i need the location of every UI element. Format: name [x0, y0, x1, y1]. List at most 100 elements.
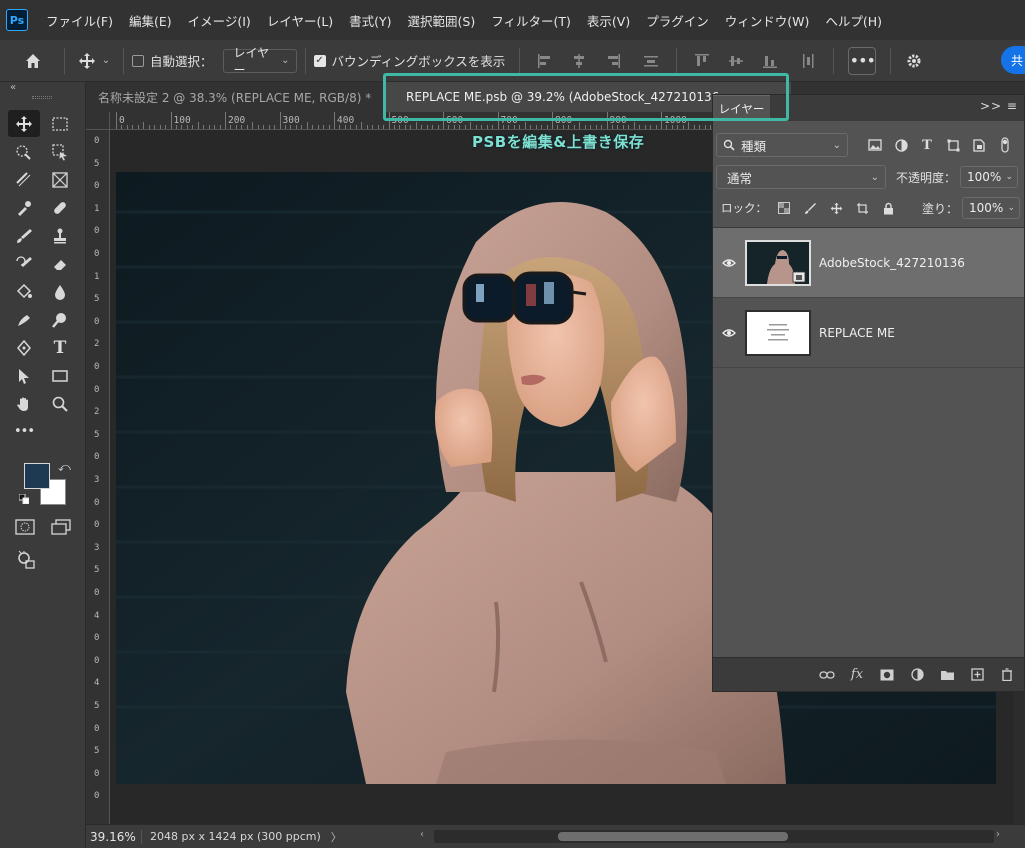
paint-bucket-tool[interactable] — [8, 278, 40, 305]
edit-toolbar-button[interactable]: ••• — [8, 418, 40, 445]
adjustment-layer-icon[interactable] — [908, 666, 926, 684]
align-top-edges-button[interactable] — [691, 50, 713, 72]
tab-layers[interactable]: レイヤー — [713, 95, 770, 121]
distribute-vertical-button[interactable] — [797, 50, 819, 72]
image-filter-icon[interactable] — [868, 138, 882, 152]
auto-select-checkbox[interactable] — [132, 54, 144, 67]
share-button[interactable]: 共 — [1001, 46, 1025, 74]
ruler-minor-tick — [284, 125, 286, 129]
screen-mode-button[interactable] — [50, 518, 72, 536]
menu-item-1[interactable]: 編集(E) — [121, 11, 180, 30]
selection-tool[interactable] — [44, 138, 76, 165]
brush-tool[interactable] — [8, 222, 40, 249]
menu-item-5[interactable]: 選択範囲(S) — [400, 11, 484, 30]
marquee-tool[interactable] — [44, 110, 76, 137]
history-brush-tool[interactable] — [8, 250, 40, 277]
align-left-edges-button[interactable] — [534, 50, 556, 72]
zoom-level[interactable]: 39.16% — [86, 829, 142, 844]
dodge-tool[interactable] — [8, 306, 40, 333]
align-bottom-edges-button[interactable] — [759, 50, 781, 72]
frame-tool[interactable] — [44, 166, 76, 193]
align-vertical-centers-button[interactable] — [725, 50, 747, 72]
link-layers-icon[interactable] — [818, 666, 836, 684]
home-button[interactable] — [10, 47, 56, 75]
opacity-input[interactable]: 100% ⌄ — [960, 166, 1019, 188]
default-colors-icon[interactable] — [18, 493, 30, 505]
add-mask-icon[interactable] — [878, 666, 896, 684]
layer-style-fx-icon[interactable]: fx — [848, 666, 866, 684]
scroll-left-icon[interactable]: ‹ — [420, 829, 424, 840]
scroll-right-icon[interactable]: › — [996, 829, 1000, 840]
layer-row-adobestock[interactable]: AdobeStock_427210136 — [713, 228, 1024, 298]
new-layer-icon[interactable] — [968, 666, 986, 684]
lasso-tool[interactable] — [8, 138, 40, 165]
align-right-edges-button[interactable] — [602, 50, 624, 72]
path-selection-tool[interactable] — [8, 362, 40, 389]
ruler-minor-tick — [328, 125, 330, 129]
filter-toggle-icon[interactable] — [998, 137, 1012, 153]
blend-mode-dropdown[interactable]: 通常 ⌄ — [716, 165, 886, 189]
foreground-color-swatch[interactable] — [24, 463, 50, 489]
menu-item-7[interactable]: 表示(V) — [579, 11, 638, 30]
blur-tool[interactable] — [44, 278, 76, 305]
quick-mask-button[interactable] — [14, 518, 36, 536]
zoom-tool[interactable] — [44, 390, 76, 417]
prevent-auto-nesting-icon[interactable] — [855, 201, 869, 215]
lock-all-icon[interactable] — [881, 201, 895, 215]
healing-brush-tool[interactable] — [44, 194, 76, 221]
collapse-panel-icon[interactable]: « — [10, 82, 16, 93]
menu-item-4[interactable]: 書式(Y) — [341, 11, 399, 30]
type-filter-icon[interactable]: T — [920, 138, 934, 153]
horizontal-ruler[interactable]: 0100200300400500600700800900100011001200… — [110, 112, 714, 130]
shape-filter-icon[interactable] — [946, 138, 960, 152]
auto-select-target-dropdown[interactable]: レイヤー ⌄ — [222, 46, 297, 77]
eraser-tool[interactable] — [44, 250, 76, 277]
burn-tool[interactable] — [44, 306, 76, 333]
tab-untitled-document[interactable]: 名称未設定 2 @ 38.3% (REPLACE ME, RGB/8) * × — [86, 82, 391, 112]
hand-tool[interactable] — [8, 390, 40, 417]
panel-options-icons[interactable]: >> ≡ — [980, 99, 1018, 113]
visibility-eye-icon[interactable] — [713, 258, 745, 268]
type-tool[interactable]: T — [44, 334, 76, 361]
horizontal-scrollbar[interactable] — [434, 830, 994, 843]
pen-tool[interactable] — [8, 334, 40, 361]
move-tool-preset-button[interactable]: ⌄ — [73, 47, 115, 75]
layer-list: AdobeStock_427210136 REPLACE ME — [713, 227, 1024, 660]
chevron-down-icon: ⌄ — [1005, 172, 1014, 182]
move-tool[interactable] — [8, 110, 40, 137]
clone-stamp-tool[interactable] — [44, 222, 76, 249]
lock-transparent-pixels-icon[interactable] — [777, 201, 791, 215]
smart-object-filter-icon[interactable] — [972, 138, 986, 152]
panel-grip[interactable] — [32, 96, 52, 99]
layer-filter-dropdown[interactable]: 種類 ⌄ — [716, 133, 848, 157]
crop-tool[interactable] — [8, 166, 40, 193]
settings-button[interactable] — [899, 47, 929, 75]
ruler-origin[interactable] — [86, 112, 110, 130]
menu-item-9[interactable]: ウィンドウ(W) — [717, 11, 818, 30]
menu-item-6[interactable]: フィルター(T) — [483, 11, 579, 30]
horizontal-scroll-thumb[interactable] — [558, 832, 788, 841]
eyedropper-tool[interactable] — [8, 194, 40, 221]
menu-item-8[interactable]: プラグイン — [638, 11, 717, 30]
vertical-ruler[interactable]: 0 5 0 1 0 0 1 5 0 2 0 0 2 5 0 3 0 0 3 5 0 4 0 0 4 5 0 5 0 0 — [86, 112, 110, 824]
status-menu-arrow-icon[interactable]: 〉 — [331, 829, 342, 845]
menu-item-10[interactable]: ヘルプ(H) — [817, 11, 890, 30]
layer-row-replace-me[interactable]: REPLACE ME — [713, 298, 1024, 368]
more-options-button[interactable]: ••• — [848, 46, 877, 75]
lock-image-pixels-icon[interactable] — [803, 201, 817, 215]
menu-item-0[interactable]: ファイル(F) — [38, 11, 121, 30]
menu-item-3[interactable]: レイヤー(L) — [259, 11, 341, 30]
align-horizontal-centers-button[interactable] — [568, 50, 590, 72]
distribute-button[interactable] — [640, 50, 662, 72]
adjustment-filter-icon[interactable] — [894, 138, 908, 152]
menu-item-2[interactable]: イメージ(I) — [180, 11, 259, 30]
rectangle-tool[interactable] — [44, 362, 76, 389]
fill-input[interactable]: 100% ⌄ — [962, 197, 1020, 219]
bounding-box-checkbox[interactable]: ✓ — [313, 54, 326, 67]
swap-colors-icon[interactable]: ⤺ — [58, 460, 71, 475]
lock-position-icon[interactable] — [829, 201, 843, 215]
new-group-folder-icon[interactable] — [938, 666, 956, 684]
content-credentials-button[interactable] — [16, 550, 36, 573]
visibility-eye-icon[interactable] — [713, 328, 745, 338]
delete-layer-trash-icon[interactable] — [998, 666, 1016, 684]
